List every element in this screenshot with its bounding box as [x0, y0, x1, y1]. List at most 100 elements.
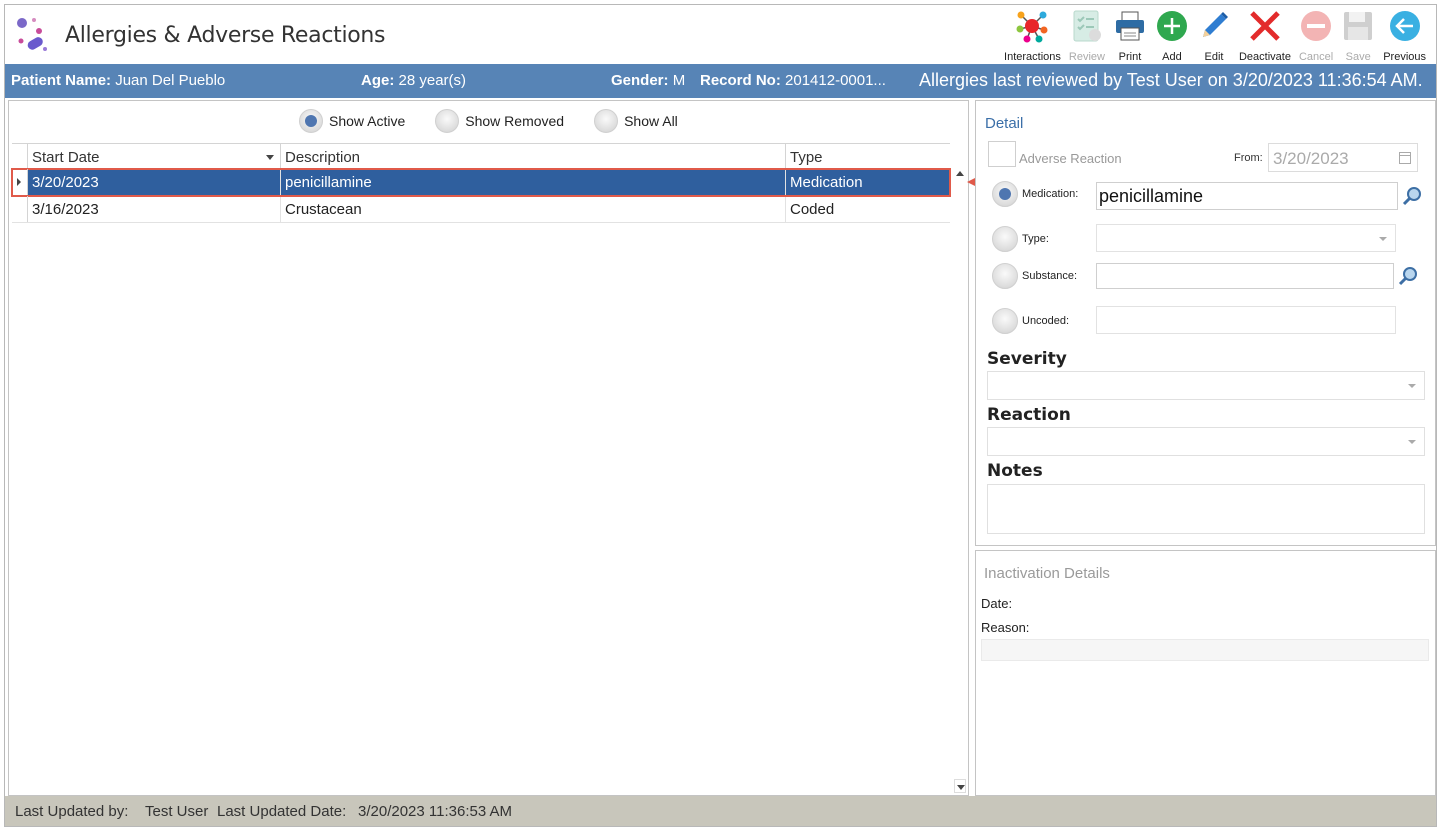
column-header-start-date[interactable]: Start Date	[28, 144, 281, 168]
column-header-type[interactable]: Type	[786, 144, 950, 168]
interactions-icon	[1016, 11, 1048, 43]
deactivate-label: Deactivate	[1238, 51, 1291, 63]
patient-name-value: Juan Del Pueblo	[115, 72, 226, 89]
radio-dot	[999, 188, 1011, 200]
medication-option[interactable]: Medication:	[992, 181, 1078, 207]
row-indicator-header	[12, 144, 28, 168]
edit-button[interactable]: Edit	[1193, 7, 1235, 63]
add-button[interactable]: Add	[1151, 7, 1193, 63]
cell-type[interactable]: Medication	[786, 169, 950, 195]
type-radio[interactable]	[992, 226, 1018, 252]
uncoded-option[interactable]: Uncoded:	[992, 308, 1069, 334]
cell-type[interactable]: Coded	[786, 196, 950, 222]
edit-label: Edit	[1204, 51, 1224, 63]
substance-radio[interactable]	[992, 263, 1018, 289]
updated-date-value: 3/20/2023 11:36:53 AM	[358, 803, 513, 820]
uncoded-label: Uncoded:	[1022, 315, 1070, 327]
chevron-down-icon	[1408, 440, 1416, 444]
cell-start-date[interactable]: 3/20/2023	[28, 169, 281, 195]
inactivation-title: Inactivation Details	[984, 565, 1110, 582]
radio-button[interactable]	[299, 109, 323, 133]
back-arrow-icon	[1389, 11, 1420, 41]
calendar-icon[interactable]	[1399, 152, 1411, 164]
patient-age: Age: 28 year(s)	[361, 72, 466, 89]
deactivate-button[interactable]: Deactivate	[1235, 7, 1295, 63]
patient-name-label: Patient Name:	[11, 72, 112, 89]
patient-banner: Patient Name: Juan Del Pueblo Age: 28 ye…	[5, 64, 1436, 98]
print-button[interactable]: Print	[1109, 7, 1151, 63]
printer-icon	[1115, 11, 1144, 41]
from-date-field[interactable]: 3/20/2023	[1268, 143, 1418, 172]
radio-button[interactable]	[435, 109, 460, 133]
cell-description[interactable]: penicillamine	[281, 169, 786, 195]
patient-age-value: 28 year(s)	[398, 72, 467, 89]
reaction-dropdown[interactable]	[987, 427, 1425, 456]
last-reviewed-text: Allergies last reviewed by Test User on …	[919, 70, 1423, 90]
cancel-button[interactable]: Cancel	[1295, 7, 1337, 63]
from-date-value: 3/20/2023	[1273, 149, 1349, 168]
table-row[interactable]: 3/16/2023 Crustacean Coded	[12, 196, 950, 223]
detail-panel: Detail Adverse Reaction From: 3/20/2023 …	[975, 100, 1436, 546]
show-active-radio[interactable]: Show Active	[299, 109, 405, 133]
interactions-button[interactable]: Interactions	[1000, 7, 1065, 63]
app-logo-icon	[17, 18, 47, 51]
cancel-icon	[1301, 11, 1332, 41]
type-option[interactable]: Type:	[992, 226, 1049, 252]
page-title: Allergies & Adverse Reactions	[65, 23, 386, 48]
search-icon[interactable]	[1401, 185, 1423, 207]
cell-description[interactable]: Crustacean	[281, 196, 786, 222]
patient-gender-value: M	[672, 72, 686, 89]
inactivation-reason-field	[981, 639, 1429, 661]
patient-record-label: Record No:	[700, 72, 781, 89]
review-button[interactable]: Review	[1065, 7, 1109, 63]
current-row-arrow-icon	[17, 178, 21, 186]
substance-option[interactable]: Substance:	[992, 263, 1077, 289]
search-icon[interactable]	[1397, 265, 1419, 287]
previous-label: Previous	[1383, 51, 1426, 63]
radio-dot	[305, 115, 317, 127]
show-removed-label: Show Removed	[465, 113, 565, 129]
notes-textarea[interactable]	[987, 484, 1425, 534]
interactions-label: Interactions	[1004, 51, 1061, 63]
save-label: Save	[1345, 51, 1371, 63]
scroll-up-icon[interactable]	[956, 171, 964, 176]
show-removed-radio[interactable]: Show Removed	[435, 109, 564, 133]
substance-field[interactable]	[1096, 263, 1394, 289]
cancel-label: Cancel	[1298, 51, 1334, 63]
uncoded-radio[interactable]	[992, 308, 1018, 334]
grid-header: Start Date Description Type	[12, 143, 950, 169]
detail-title: Detail	[985, 115, 1024, 132]
floppy-icon	[1344, 12, 1373, 40]
patient-name: Patient Name: Juan Del Pueblo	[11, 72, 225, 89]
previous-button[interactable]: Previous	[1379, 7, 1430, 63]
save-button[interactable]: Save	[1337, 7, 1379, 63]
medication-radio[interactable]	[992, 181, 1018, 207]
from-label: From:	[1234, 152, 1263, 164]
show-all-radio[interactable]: Show All	[594, 109, 678, 133]
patient-record-value: 201412-0001...	[785, 72, 886, 89]
severity-dropdown[interactable]	[987, 371, 1425, 400]
app-window: Allergies & Adverse Reactions Interactio…	[4, 4, 1437, 827]
inactivation-panel: Inactivation Details Date: Reason:	[975, 550, 1436, 796]
inactivation-date-label: Date:	[981, 596, 1013, 611]
column-header-label: Description	[285, 149, 361, 166]
type-dropdown[interactable]	[1096, 224, 1396, 252]
patient-gender: Gender: M	[611, 72, 685, 89]
scroll-down-button[interactable]	[954, 779, 966, 793]
notes-label: Notes	[987, 461, 1043, 481]
patient-age-label: Age:	[361, 72, 395, 89]
x-icon	[1250, 11, 1280, 41]
uncoded-field[interactable]	[1096, 306, 1396, 334]
adverse-reaction-label: Adverse Reaction	[1019, 151, 1122, 166]
type-label: Type:	[1022, 233, 1049, 245]
title-bar: Allergies & Adverse Reactions Interactio…	[5, 5, 1436, 63]
radio-button[interactable]	[594, 109, 619, 133]
cell-start-date[interactable]: 3/16/2023	[28, 196, 281, 222]
column-header-label: Type	[790, 149, 823, 166]
medication-label: Medication:	[1022, 188, 1079, 200]
table-row[interactable]: 3/20/2023 penicillamine Medication	[11, 168, 951, 197]
column-header-description[interactable]: Description	[281, 144, 786, 168]
adverse-reaction-checkbox[interactable]	[988, 141, 1016, 167]
medication-field[interactable]: penicillamine	[1096, 182, 1398, 210]
updated-by-value: Test User	[145, 803, 209, 820]
